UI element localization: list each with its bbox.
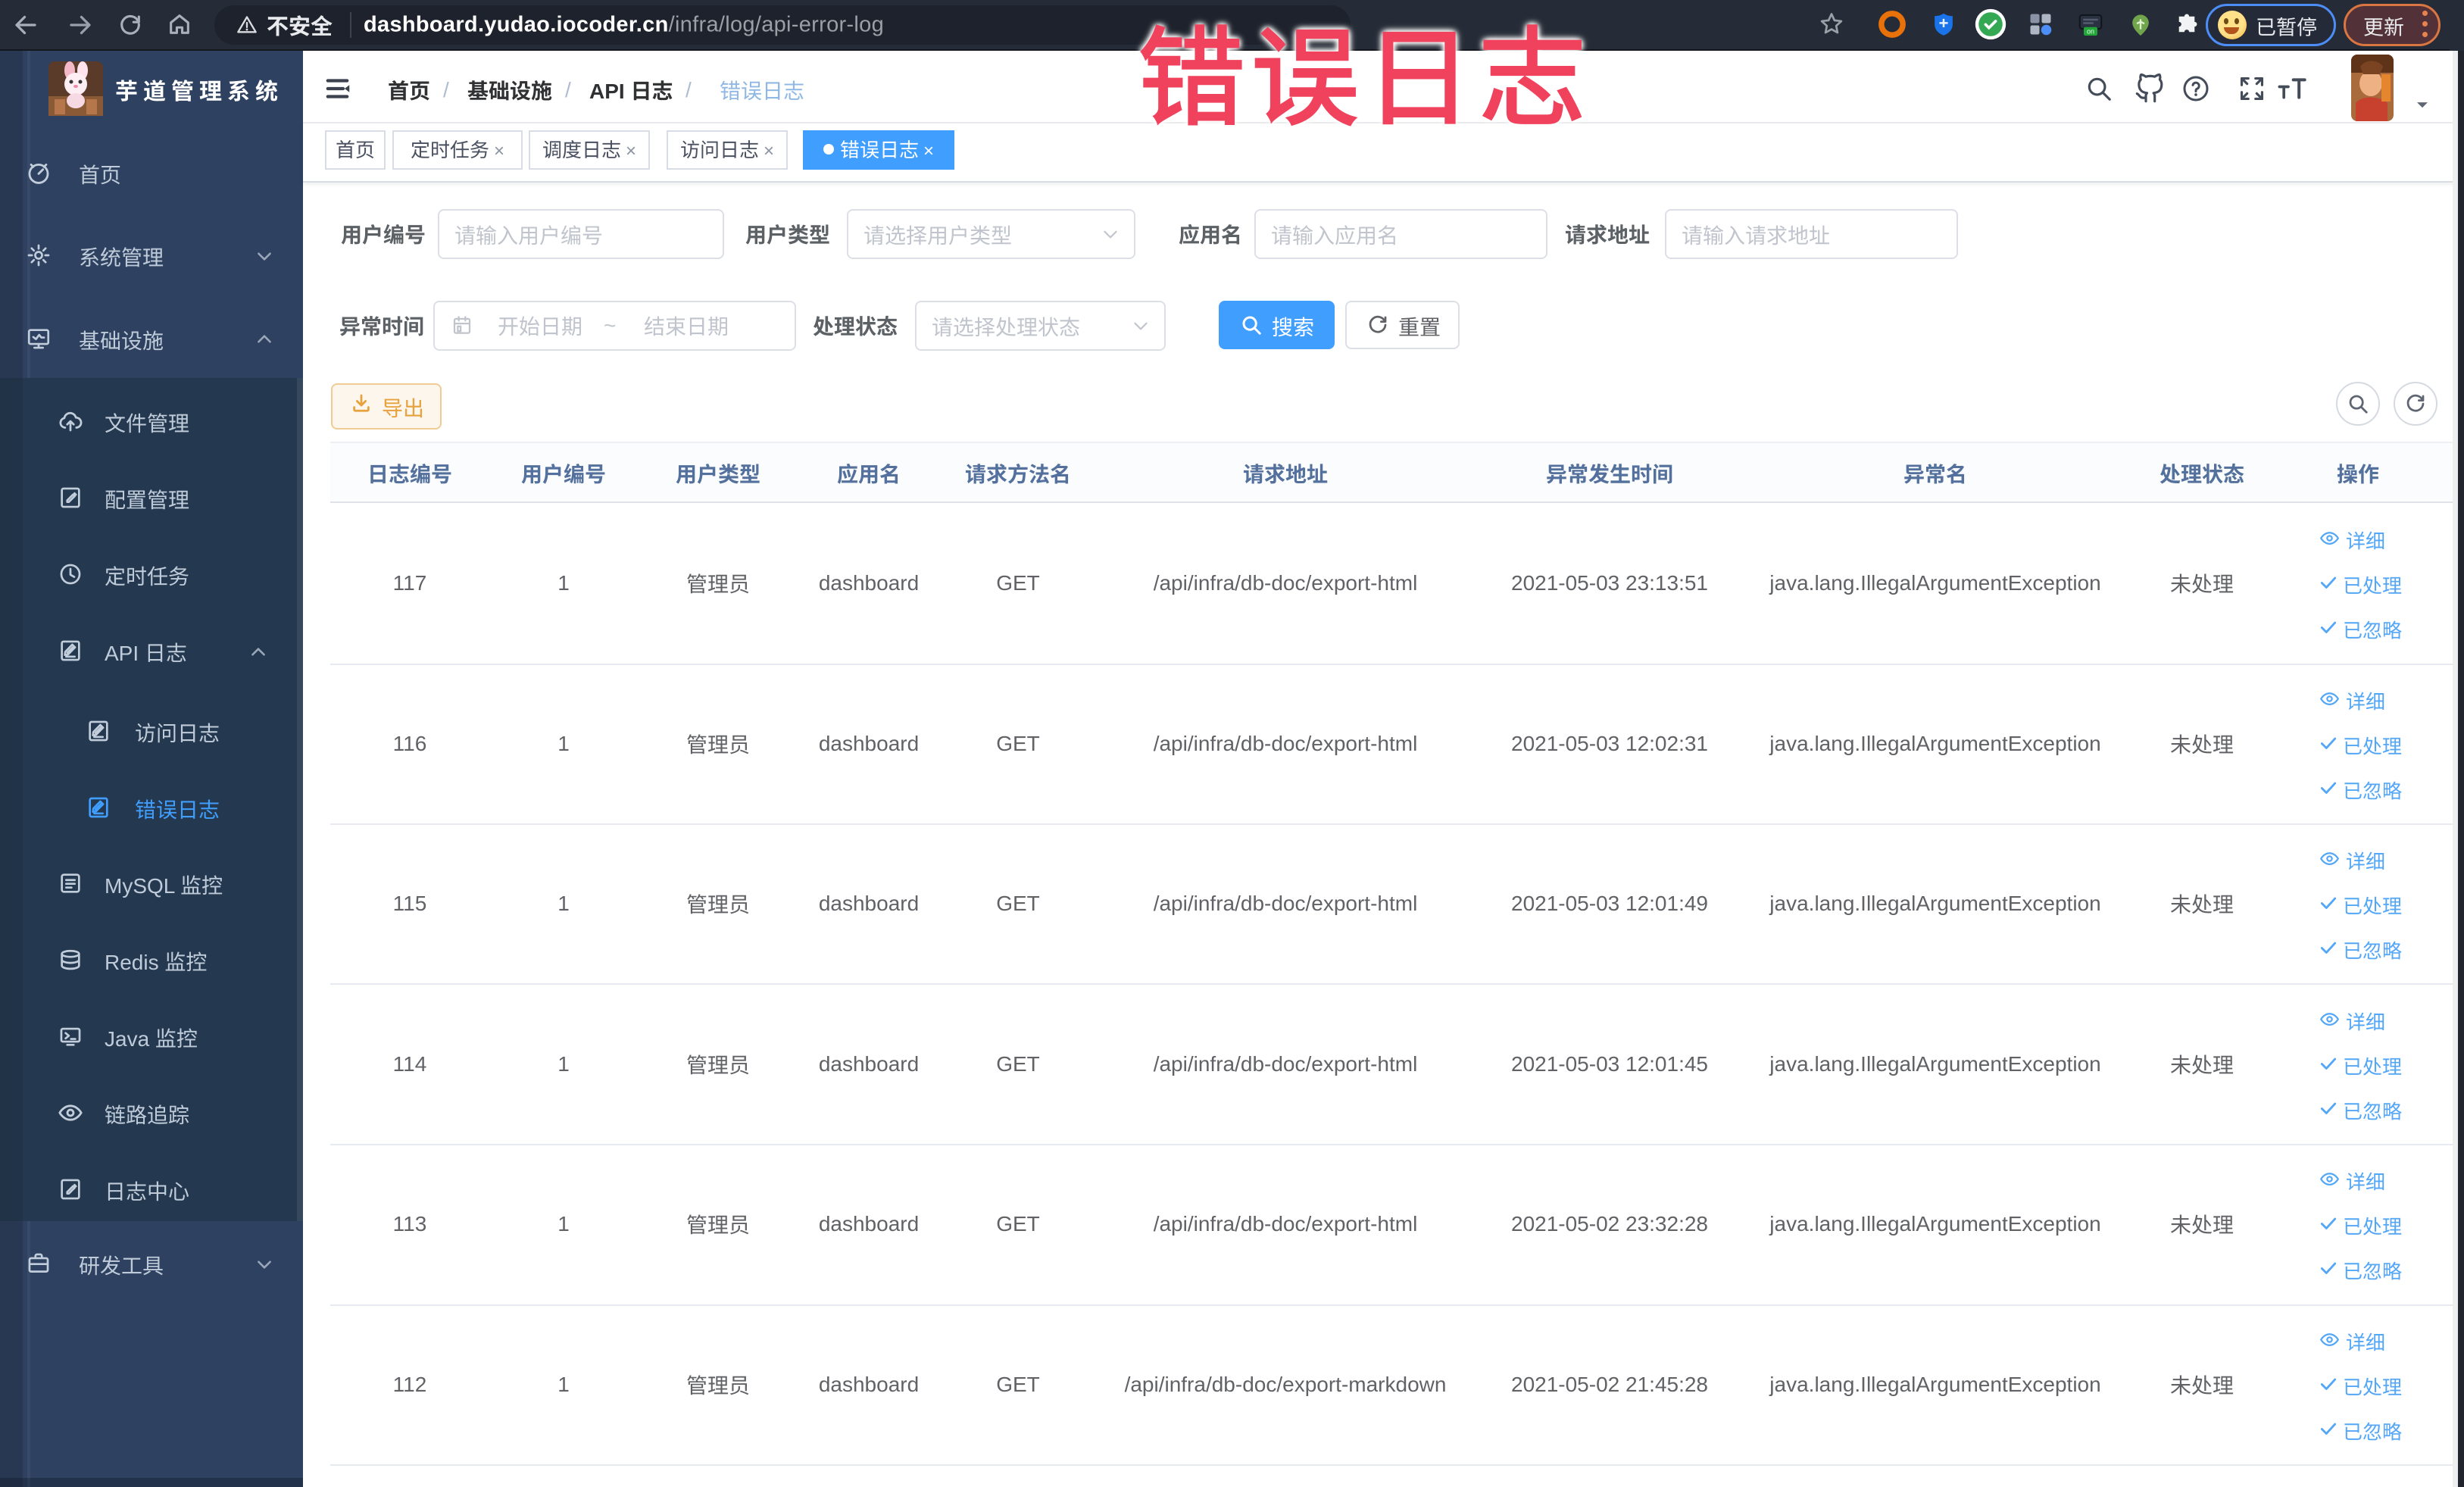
svg-text:on: on xyxy=(2087,28,2094,36)
